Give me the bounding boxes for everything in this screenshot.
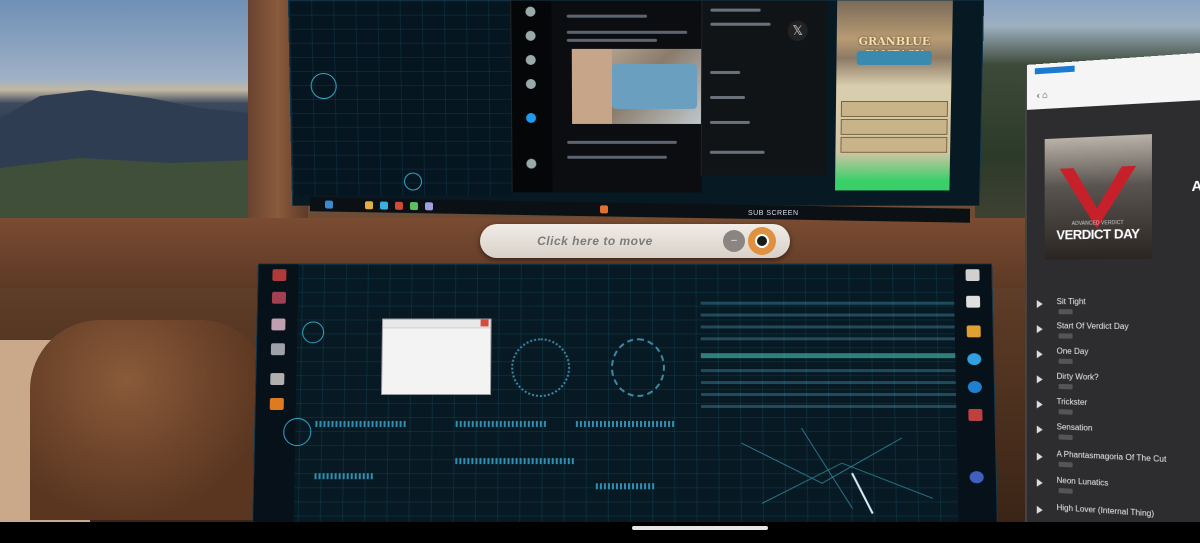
social-nav-rail [511,0,553,193]
explore-icon[interactable] [525,30,536,41]
play-icon[interactable] [1036,505,1043,515]
taskbar-app-icon[interactable] [365,201,373,210]
hud-dashboard [288,0,512,196]
game-window[interactable]: GRANBLUE FANTASY [834,0,953,191]
network-chart [701,413,958,519]
album-title: VERDICT DAY [1056,225,1140,243]
data-table [700,294,957,413]
left-window-view [0,0,250,225]
play-icon[interactable] [1036,350,1043,359]
post-header [567,140,677,144]
music-player-window[interactable]: ‹ ⌂ ADVANCED VERDICT VERDICT DAY A Sit T… [1025,52,1200,522]
secondary-virtual-screen[interactable] [252,263,998,522]
minimize-button[interactable]: – [723,230,745,252]
move-handle-label: Click here to move [537,234,653,248]
post-text [566,38,658,42]
music-tab[interactable] [1034,65,1075,75]
edge-icon[interactable] [967,381,982,394]
play-icon[interactable] [1036,400,1043,409]
profile-avatar[interactable] [526,158,537,169]
taskbar-app-icon[interactable] [600,205,608,214]
taskbar-app-icon[interactable] [410,201,418,211]
play-icon[interactable] [1036,325,1043,334]
desktop-app-icon[interactable] [272,269,287,282]
game-menu-row[interactable] [840,136,948,153]
taskbar-app-icon[interactable] [380,201,388,210]
recenter-icon[interactable] [748,227,776,255]
hud-network-graphic [610,338,666,397]
move-handle[interactable]: Click here to move – [480,224,790,258]
close-icon[interactable] [480,319,489,327]
messages-icon[interactable] [525,78,536,90]
main-virtual-screen[interactable]: 𝕏 GRANBLUE FANTASY [287,0,985,207]
play-icon[interactable] [1036,478,1043,488]
taskbar-app-icon[interactable] [395,201,403,210]
sub-screen-label: SUB SCREEN [748,210,799,217]
track-tag [1058,461,1073,468]
track-title[interactable]: Sit Tight [1057,297,1086,306]
track-tag [1058,333,1073,339]
play-icon[interactable] [1036,300,1043,309]
artist-name: A [1191,177,1200,195]
hud-ring-icon [310,72,337,100]
desktop-app-icon[interactable] [270,343,286,356]
track-tag [1058,434,1073,441]
post-text [567,155,667,159]
track-title[interactable]: Sensation [1057,422,1093,433]
home-indicator[interactable] [632,526,768,530]
home-icon[interactable] [525,6,536,17]
track-title[interactable]: A Phantasmagoria Of The Cut [1057,449,1167,464]
track-title[interactable]: Trickster [1057,397,1088,407]
post-video-thumbnail[interactable] [571,48,703,124]
mountain-range [0,90,250,218]
track-title[interactable]: Dirty Work? [1057,372,1099,382]
notifications-icon[interactable] [525,54,536,65]
play-icon[interactable] [1036,425,1043,434]
back-icon[interactable]: ‹ ⌂ [1037,90,1048,101]
armchair [30,320,270,520]
x-logo-icon[interactable]: 𝕏 [787,20,808,41]
game-banner [856,50,932,65]
chrome-icon[interactable] [967,353,982,366]
track-tag [1058,409,1073,415]
dialog-window[interactable] [380,318,492,395]
desktop-app-icon[interactable] [968,408,983,421]
hud-ring-icon [403,172,423,191]
system-bottom-bar [0,522,1200,543]
desktop-app-icon[interactable] [969,471,984,484]
social-feed-window[interactable] [510,0,703,193]
desktop-app-icon[interactable] [270,373,285,386]
desktop-app-icon[interactable] [269,397,284,410]
track-title[interactable]: Neon Lunatics [1057,476,1109,488]
track-tag [1058,358,1073,365]
game-menu-row[interactable] [840,118,948,135]
vr-environment: 𝕏 GRANBLUE FANTASY SUB SCREEN Click here… [0,0,1200,522]
post-button[interactable] [526,112,537,123]
desktop-app-icon[interactable] [966,325,981,338]
play-icon[interactable] [1036,452,1043,461]
desktop-app-icon[interactable] [965,269,980,282]
track-title[interactable]: One Day [1057,347,1089,357]
desktop-app-icon[interactable] [271,318,286,331]
track-title[interactable]: High Lover (Internal Thing) [1057,503,1155,518]
hud-globe-graphic [510,338,571,397]
track-tag [1058,487,1073,494]
track-tag [1058,383,1073,390]
play-icon[interactable] [1036,375,1043,384]
start-icon[interactable] [325,200,333,209]
desktop-icon-column-right [953,264,997,522]
trending-sidebar: 𝕏 [700,0,829,176]
track-tag [1058,309,1073,315]
desktop-icon-column [253,264,299,522]
desktop-app-icon[interactable] [966,295,981,308]
post-text [566,30,688,34]
game-menu-row[interactable] [840,101,949,117]
hud-metrics [314,413,697,514]
track-title[interactable]: Start Of Verdict Day [1057,321,1129,331]
post-header [566,14,648,18]
taskbar-app-icon[interactable] [425,202,433,211]
desktop-app-icon[interactable] [271,291,287,304]
album-cover[interactable]: ADVANCED VERDICT VERDICT DAY [1044,134,1152,260]
